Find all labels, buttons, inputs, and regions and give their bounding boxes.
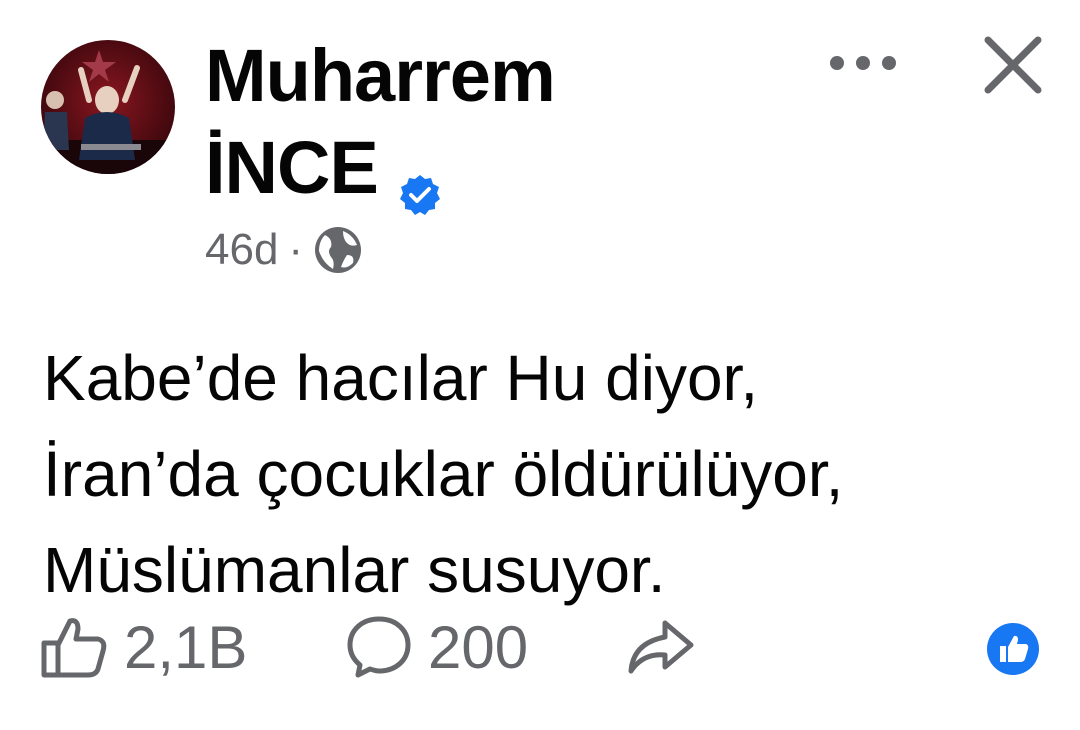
post-text: Kabe’de hacılar Hu diyor, İran’da çocukl… [43, 330, 1053, 618]
like-button[interactable]: 2,1B [40, 612, 247, 682]
comment-button[interactable]: 200 [346, 612, 528, 682]
globe-icon[interactable] [313, 225, 363, 275]
more-dot [882, 56, 896, 70]
author-avatar[interactable] [41, 40, 175, 174]
post-timestamp[interactable]: 46d [205, 225, 278, 275]
author-name-line1[interactable]: Muharrem [205, 30, 765, 122]
author-name-line2[interactable]: İNCE [205, 122, 379, 214]
meta-separator: · [288, 225, 304, 274]
share-button[interactable] [625, 612, 711, 682]
action-bar: 2,1B 200 [40, 612, 1050, 682]
share-icon [628, 620, 694, 674]
post-meta: 46d · [205, 225, 363, 275]
close-icon[interactable] [982, 34, 1044, 96]
comment-icon [347, 616, 411, 678]
more-dot [856, 56, 870, 70]
post-text-line: Kabe’de hacılar Hu diyor, [43, 342, 759, 414]
author-name[interactable]: Muharrem İNCE [205, 30, 765, 215]
more-dot [830, 56, 844, 70]
verified-badge-icon [398, 146, 442, 215]
thumbs-up-icon [41, 618, 107, 678]
more-options-icon[interactable] [830, 48, 896, 78]
post-text-line: Müslümanlar susuyor. [43, 534, 666, 606]
comment-count: 200 [428, 613, 529, 681]
like-count: 2,1B [124, 613, 248, 681]
like-reaction-icon[interactable] [986, 622, 1040, 676]
post-text-line: İran’da çocuklar öldürülüyor, [43, 438, 844, 510]
